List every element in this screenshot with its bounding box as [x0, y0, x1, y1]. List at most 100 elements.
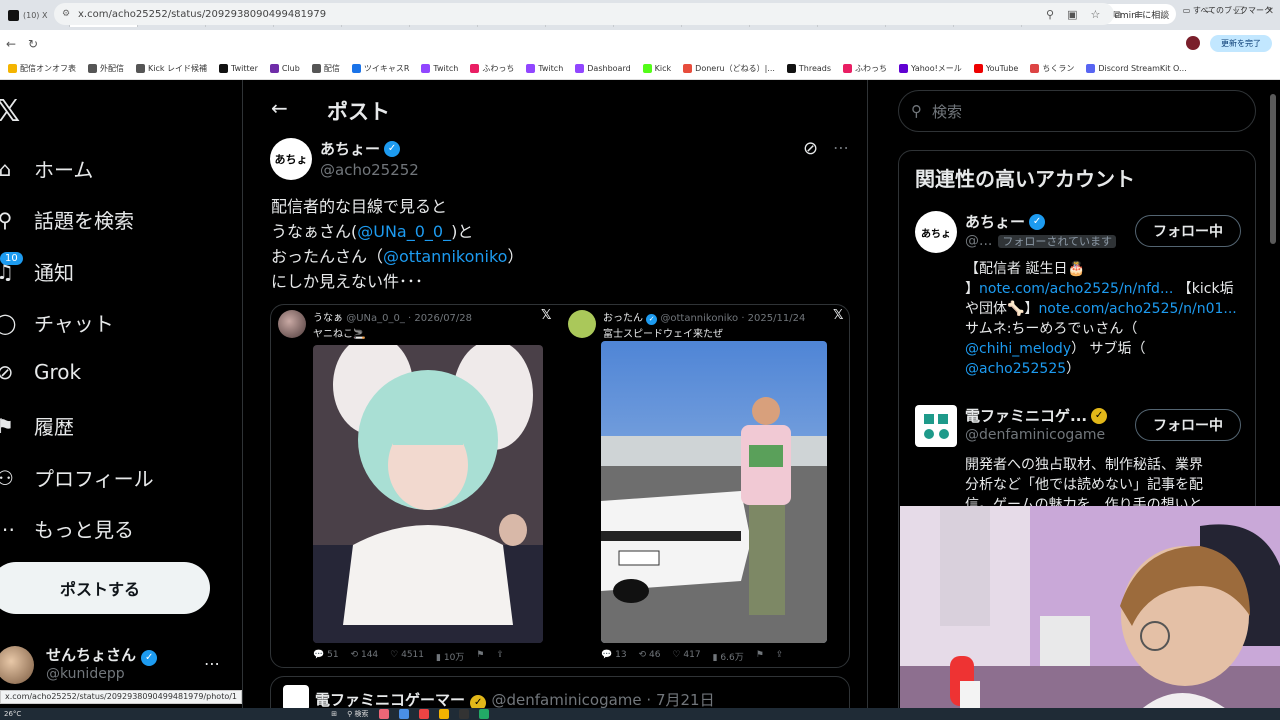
bookmark-item[interactable]: Dashboard	[575, 64, 631, 73]
back-icon[interactable]: ←	[0, 37, 22, 51]
bookmark-item[interactable]: 配信	[311, 63, 340, 74]
address-bar-row: ← ↻	[0, 30, 1280, 58]
bookmark-item[interactable]: ふわっち	[843, 63, 887, 74]
bookmark-item[interactable]: Kick レイド候補	[136, 63, 207, 74]
mention-link[interactable]: @ottannikoniko	[383, 247, 507, 266]
avatar	[278, 310, 306, 338]
bookmark-favicon-icon	[973, 64, 983, 73]
like-count[interactable]: ♡ 417	[672, 650, 700, 663]
bookmark-item[interactable]: ふわっち	[470, 63, 514, 74]
quoted-photo[interactable]	[313, 345, 543, 643]
back-arrow-icon[interactable]: ←	[271, 96, 288, 120]
view-count[interactable]: ▮ 10万	[436, 650, 464, 663]
os-taskbar: 26°C ⊞ ⚲ 検索	[0, 708, 1280, 720]
views-icon: ▮	[712, 653, 718, 663]
author-handle[interactable]: @acho25252	[320, 161, 419, 179]
nav-item-grok[interactable]: ⊘ Grok	[0, 360, 81, 384]
bookmark-item[interactable]: Twitch	[526, 64, 563, 73]
share-icon[interactable]: ⇪	[776, 650, 784, 663]
start-icon[interactable]: ⊞	[331, 710, 337, 718]
search-input[interactable]: ⚲ 検索	[898, 90, 1256, 132]
author-avatar[interactable]: あちょ	[270, 138, 312, 180]
quoted-posts[interactable]: うなぁ @UNa_0_0_ · 2026/07/28 ヤニねこ🚬 𝕏 💬 51 …	[270, 304, 850, 668]
bookmark-item[interactable]: Kick	[642, 64, 671, 73]
nav-item-home[interactable]: ⌂ ホーム	[0, 154, 93, 183]
bookmark-item[interactable]: 配信オンオフ表	[8, 63, 76, 74]
nav-item-bookmark[interactable]: ⚑ 履歴	[0, 411, 74, 440]
mention-link[interactable]: @chihi_melody	[965, 341, 1071, 357]
repost-count[interactable]: ⟲ 46	[639, 650, 661, 663]
taskbar-search[interactable]: ⚲ 検索	[347, 709, 368, 719]
nav-label: チャット	[34, 312, 114, 336]
mention-link[interactable]: @UNa_0_0_	[357, 222, 451, 241]
avatar	[915, 405, 957, 447]
mention-link[interactable]: @acho252525	[965, 361, 1066, 377]
quoted-post[interactable]: おったん ✓ @ottannikoniko · 2025/11/24 富士スピー…	[561, 305, 849, 667]
site-info-icon[interactable]: ⚙	[62, 9, 70, 19]
weather-readout[interactable]: 26°C	[4, 710, 21, 718]
bookmark-item[interactable]: YouTube	[973, 64, 1018, 73]
nav-item-more[interactable]: ⋯ もっと見る	[0, 514, 134, 543]
reply-count[interactable]: 💬 51	[313, 650, 339, 663]
bookmark-item[interactable]: Yahoo!メール	[899, 63, 962, 74]
quoted-photo[interactable]	[601, 341, 827, 643]
bookmark-favicon-icon	[88, 64, 97, 73]
account-switcher[interactable]: せんちょさん ✓ @kunidepp ⋯	[0, 640, 230, 690]
url-field[interactable]: ⚙ x.com/acho25252/status/2092938090499481…	[54, 3, 1114, 25]
like-count[interactable]: ♡ 4511	[390, 650, 424, 663]
bio-link[interactable]: note.com/acho2525/n/nfd...	[979, 281, 1173, 297]
app-icon[interactable]	[378, 709, 389, 719]
zoom-icon[interactable]: ⚲	[1046, 8, 1054, 22]
update-button[interactable]: 更新を完了	[1210, 35, 1272, 52]
all-bookmarks[interactable]: ▭ すべてのブックマーク	[1183, 5, 1272, 16]
reading-list-icon[interactable]: ≡	[1134, 8, 1143, 22]
bookmark-item[interactable]: Doneru（どねる）|...	[683, 63, 775, 74]
app-icon[interactable]	[438, 709, 449, 719]
bookmark-icon[interactable]: ⚑	[476, 650, 484, 663]
share-icon[interactable]: ⇪	[496, 650, 504, 663]
bookmark-item[interactable]: ツイキャスR	[351, 63, 409, 74]
following-button[interactable]: フォロー中	[1135, 409, 1241, 441]
bio-link[interactable]: note.com/acho2525/n/n01...	[1038, 301, 1236, 317]
bookmark-item[interactable]: Club	[269, 64, 300, 73]
author-name[interactable]: あちょー ✓	[320, 138, 401, 159]
browser-profile-avatar[interactable]	[1186, 36, 1200, 50]
bookmark-item[interactable]: Twitch	[421, 64, 458, 73]
post-button[interactable]: ポストする	[0, 562, 210, 614]
x-logo-icon[interactable]: 𝕏	[0, 94, 20, 129]
bookmark-item[interactable]: ちくラン	[1030, 63, 1074, 74]
bookmark-item[interactable]: Twitter	[219, 64, 258, 73]
translate-icon[interactable]: ▣	[1067, 8, 1077, 22]
bookmark-item[interactable]: 外配信	[88, 63, 124, 74]
account-handle: @denfaminicogame	[965, 427, 1106, 443]
more-icon[interactable]: ⋯	[833, 138, 849, 157]
bookmark-icon[interactable]: ⚑	[756, 650, 764, 663]
app-icon[interactable]	[478, 709, 489, 719]
reply-count[interactable]: 💬 13	[601, 650, 627, 663]
repost-icon: ⟲	[638, 650, 647, 660]
account-card[interactable]: あちょ あちょー ✓ @... フォローされています フォロー中 【配信者 誕生日🎂…	[915, 211, 1245, 391]
nav-label: 話題を検索	[34, 209, 134, 233]
bookmark-favicon-icon	[642, 64, 652, 73]
quoted-post[interactable]: うなぁ @UNa_0_0_ · 2026/07/28 ヤニねこ🚬 𝕏 💬 51 …	[271, 305, 560, 667]
nav-item-chat[interactable]: ◯ チャット	[0, 308, 114, 337]
following-button[interactable]: フォロー中	[1135, 215, 1241, 247]
app-icon[interactable]	[418, 709, 429, 719]
scrollbar[interactable]	[1270, 94, 1276, 244]
more-icon[interactable]: ⋯	[204, 654, 220, 673]
bookmark-favicon-icon	[575, 64, 585, 73]
extensions-icon[interactable]: ⧉	[1113, 8, 1121, 22]
repost-count[interactable]: ⟲ 144	[351, 650, 379, 663]
verified-icon: ✓	[1029, 213, 1046, 230]
view-count[interactable]: ▮ 6.6万	[713, 650, 744, 663]
nav-item-search[interactable]: ⚲ 話題を検索	[0, 205, 134, 234]
star-icon[interactable]: ☆	[1090, 8, 1100, 22]
app-icon[interactable]	[458, 709, 469, 719]
profile-icon: ⚇	[0, 465, 14, 490]
grok-icon[interactable]: ⊘	[803, 138, 818, 159]
nav-item-profile[interactable]: ⚇ プロフィール	[0, 463, 154, 492]
bookmark-item[interactable]: Discord StreamKit O...	[1086, 64, 1187, 73]
bookmark-item[interactable]: Threads	[786, 64, 831, 73]
reload-icon[interactable]: ↻	[22, 37, 44, 51]
app-icon[interactable]	[398, 709, 409, 719]
